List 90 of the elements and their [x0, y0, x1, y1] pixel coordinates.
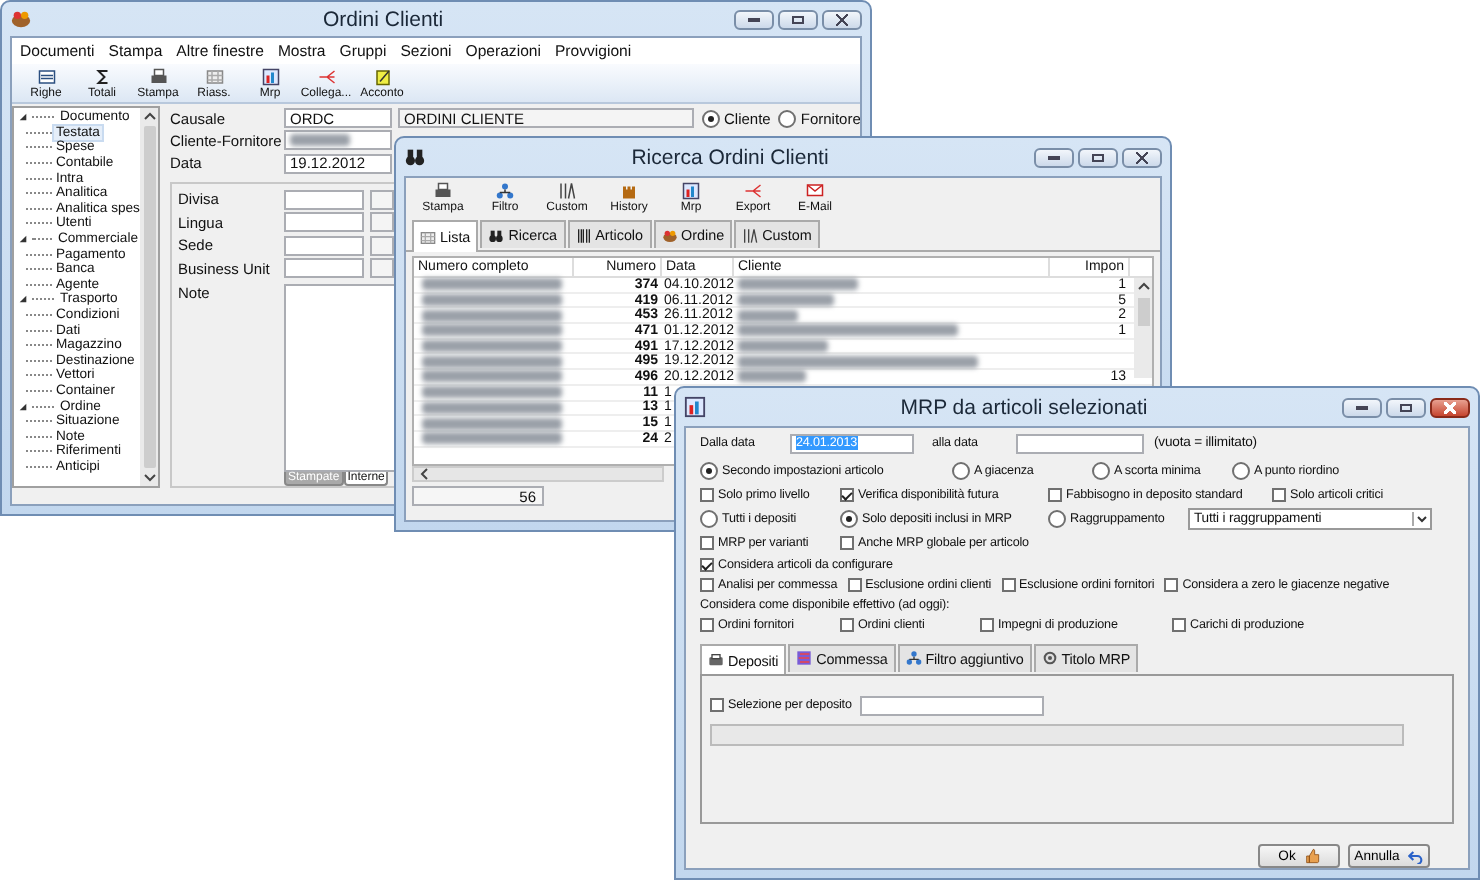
text-field[interactable]: [284, 212, 364, 233]
stack-icon: [796, 650, 813, 667]
checkbox[interactable]: [980, 617, 994, 632]
blurred-text: [290, 134, 350, 147]
chart-icon: [261, 68, 279, 86]
blurred-text: [738, 278, 858, 291]
checkbox[interactable]: [1272, 488, 1286, 503]
radio-button[interactable]: [702, 109, 720, 128]
expander-icon[interactable]: [18, 401, 28, 412]
radio-button[interactable]: [700, 510, 718, 529]
sum-icon: [93, 68, 111, 86]
close-button[interactable]: [822, 9, 862, 29]
checkbox[interactable]: [700, 558, 714, 573]
branch-icon: [317, 68, 335, 86]
checkbox[interactable]: [1048, 488, 1062, 503]
radio-button[interactable]: [1092, 462, 1110, 481]
caret-icon[interactable]: [1412, 512, 1430, 527]
scrollbar-thumb[interactable]: [1137, 298, 1149, 326]
checkbox[interactable]: [1001, 578, 1016, 593]
window-title: MRP da articoli selezionati: [898, 395, 1150, 419]
checkbox[interactable]: [1172, 617, 1186, 632]
radio-button[interactable]: [840, 510, 858, 529]
maximize-button[interactable]: [1386, 397, 1426, 417]
text-field[interactable]: [370, 189, 394, 210]
network-icon: [905, 650, 922, 667]
list-field[interactable]: [710, 723, 1404, 746]
radio-button[interactable]: [1232, 462, 1250, 481]
close-button[interactable]: [1430, 397, 1470, 417]
thumb-icon: [1303, 848, 1320, 865]
maximize-button[interactable]: [778, 9, 818, 29]
minimize-button[interactable]: [734, 9, 774, 29]
undo-icon: [1407, 848, 1424, 865]
checkbox[interactable]: [847, 578, 862, 593]
binoculars-icon: [488, 227, 505, 243]
checkbox[interactable]: [1164, 578, 1179, 593]
printer-icon: [149, 68, 167, 86]
radio-button[interactable]: [700, 462, 718, 481]
text-field[interactable]: [859, 695, 1044, 716]
mail-icon: [806, 182, 824, 200]
text-field[interactable]: [370, 235, 394, 256]
gear-icon: [1041, 650, 1058, 667]
checkbox[interactable]: [700, 488, 714, 503]
checkbox[interactable]: [700, 617, 714, 632]
checkbox[interactable]: [840, 536, 854, 551]
text-field[interactable]: [370, 212, 394, 233]
radio-button[interactable]: [952, 462, 970, 481]
close-button[interactable]: [1122, 147, 1162, 167]
scrollbar[interactable]: [412, 466, 664, 482]
scrollbar-thumb[interactable]: [143, 126, 155, 468]
device-icon: [708, 652, 724, 669]
columns-icon: [742, 227, 759, 243]
scrollbar[interactable]: [140, 108, 158, 486]
date-field[interactable]: [1016, 433, 1144, 454]
chart-icon: [684, 396, 706, 418]
grid-icon: [205, 68, 223, 86]
checkbox[interactable]: [700, 536, 714, 551]
window-title: Ricerca Ordini Clienti: [629, 145, 831, 169]
text-field[interactable]: [284, 130, 392, 151]
text-field[interactable]: [284, 235, 364, 256]
basket-icon: [10, 8, 32, 30]
text-field[interactable]: [284, 189, 364, 210]
network-icon: [496, 182, 514, 200]
expander-icon[interactable]: [18, 294, 28, 305]
branch-icon: [744, 182, 762, 200]
expander-icon[interactable]: [18, 234, 28, 245]
tower-icon: [620, 182, 638, 200]
grid-icon: [420, 229, 436, 245]
radio-button[interactable]: [1048, 510, 1066, 529]
checkbox[interactable]: [840, 617, 854, 632]
list-icon: [37, 68, 55, 86]
notepad-icon: [373, 68, 391, 86]
barcode-icon: [575, 227, 592, 243]
chart-icon: [682, 182, 700, 200]
checkbox[interactable]: [710, 698, 724, 713]
checkbox[interactable]: [700, 578, 714, 593]
printer-icon: [434, 182, 452, 200]
maximize-button[interactable]: [1078, 147, 1118, 167]
minimize-button[interactable]: [1034, 147, 1074, 167]
basket-icon: [661, 227, 678, 243]
window-title: Ordini Clienti: [320, 7, 446, 31]
text-field[interactable]: [284, 258, 364, 279]
text-field[interactable]: [370, 258, 394, 279]
checkbox[interactable]: [840, 488, 854, 503]
expander-icon[interactable]: [18, 112, 28, 123]
radio-button[interactable]: [778, 109, 797, 128]
binoculars-icon: [404, 146, 426, 168]
blurred-text: [422, 278, 562, 291]
minimize-button[interactable]: [1342, 397, 1382, 417]
columns-icon: [558, 182, 576, 200]
scrollbar[interactable]: [1134, 278, 1152, 378]
